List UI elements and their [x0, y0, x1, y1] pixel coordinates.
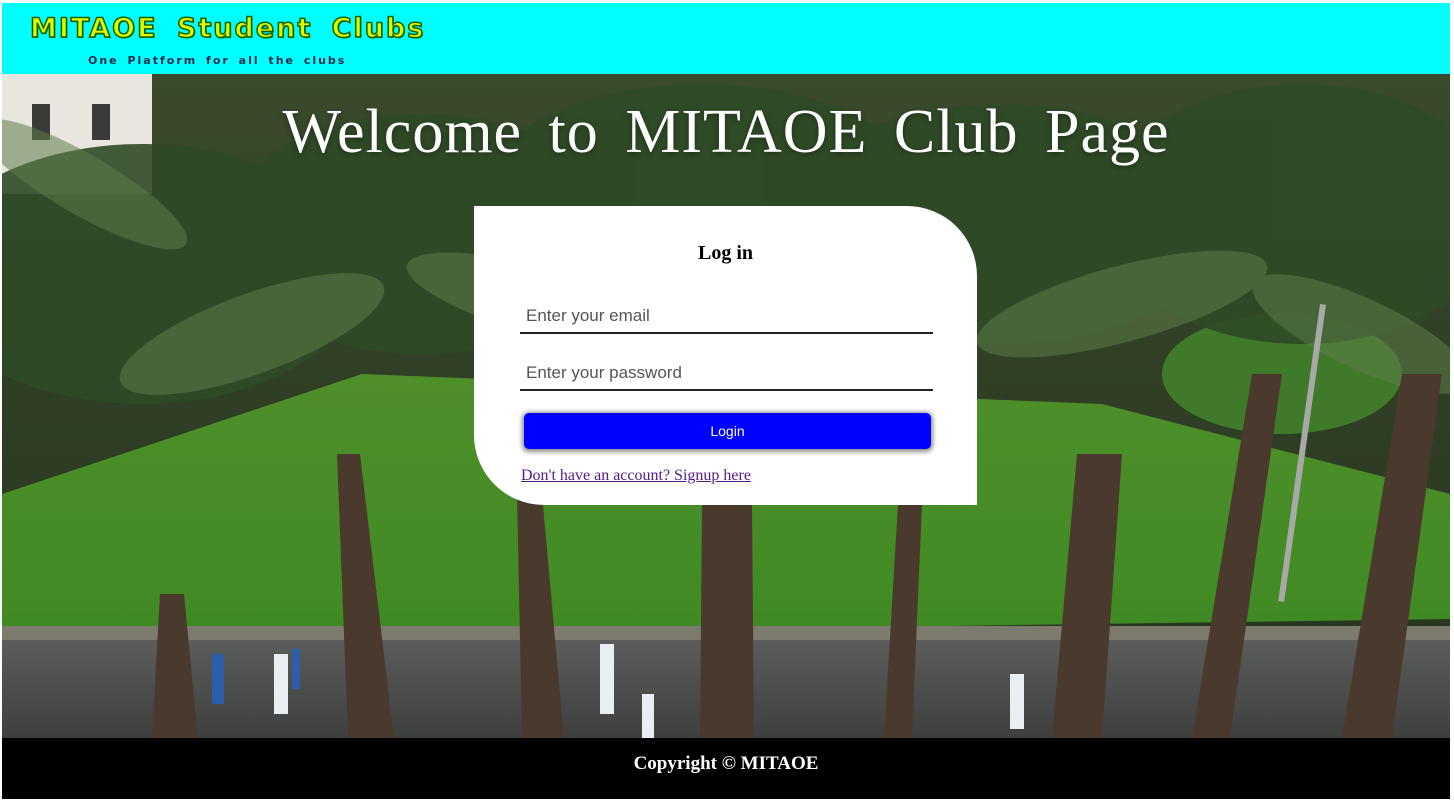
password-field[interactable] [520, 355, 933, 391]
page-frame: MITAOE Student Clubs One Platform for al… [2, 3, 1450, 799]
site-footer: Copyright © MITAOE [2, 738, 1450, 799]
welcome-heading: Welcome to MITAOE Club Page [282, 98, 1170, 166]
copyright-text: Copyright © MITAOE [633, 753, 819, 774]
hero-section: Welcome to MITAOE Club Page Log in Login… [2, 74, 1450, 738]
signup-link[interactable]: Don't have an account? Signup here [521, 467, 751, 485]
login-button[interactable]: Login [524, 413, 931, 449]
login-card: Log in Login Don't have an account? Sign… [474, 206, 977, 505]
brand-tagline: One Platform for all the clubs [88, 54, 347, 67]
email-field[interactable] [520, 298, 933, 334]
login-title: Log in [697, 242, 754, 264]
brand-title[interactable]: MITAOE Student Clubs [29, 12, 425, 45]
site-header: MITAOE Student Clubs One Platform for al… [2, 3, 1450, 74]
